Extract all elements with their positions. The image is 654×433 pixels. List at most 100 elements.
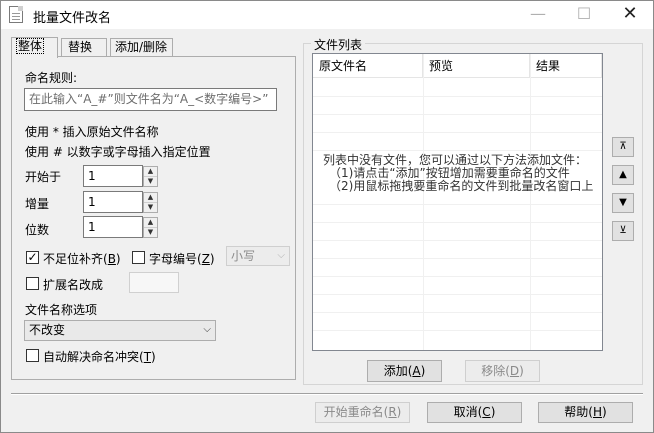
column-original-name[interactable]: 原文件名 xyxy=(313,54,423,78)
grid-divider xyxy=(423,54,424,350)
pad-label: 不足位补齐(B) xyxy=(43,250,121,267)
spin-down-icon[interactable]: ▼ xyxy=(144,203,157,213)
alpha-hotkey: Z xyxy=(201,252,210,266)
grid-divider xyxy=(602,54,603,350)
list-header: 原文件名 预览 结果 xyxy=(313,54,602,78)
move-bottom-button[interactable]: ⊻ xyxy=(612,221,634,241)
tab-overall-label: 整体 xyxy=(16,38,45,54)
help-hotkey: H xyxy=(592,405,603,419)
rule-input[interactable]: 在此输入“A_#”则文件名为“A_<数字编号>” xyxy=(24,88,277,111)
paren-close: ) xyxy=(490,405,496,419)
pad-label-text: 不足位补齐( xyxy=(43,252,108,266)
add-hotkey: A xyxy=(412,364,421,378)
close-button[interactable]: ✕ xyxy=(607,1,653,29)
alpha-label: 字母编号(Z) xyxy=(149,250,215,267)
title-bar[interactable]: 批量文件改名 — ☐ ✕ xyxy=(1,1,653,29)
start-input[interactable]: 1 xyxy=(83,165,143,187)
filename-option-value: 不改变 xyxy=(29,323,66,337)
grid-divider xyxy=(313,294,602,295)
ext-input[interactable] xyxy=(129,272,179,293)
tab-add-delete[interactable]: 添加/删除 xyxy=(110,38,173,57)
grid-divider xyxy=(313,204,602,205)
file-list-title: 文件列表 xyxy=(311,36,366,53)
start-rename-hotkey: R xyxy=(388,405,397,419)
paren-close: ) xyxy=(396,405,402,419)
alpha-checkbox[interactable] xyxy=(132,251,145,264)
file-list-view[interactable]: 原文件名 预览 结果 列表中没有文件，您可以通过以下方法添加文件： （1)请点击… xyxy=(312,53,603,351)
paren-close: ) xyxy=(115,252,121,266)
footer-divider xyxy=(11,393,643,395)
grid-divider xyxy=(313,150,602,151)
tab-replace-label: 替换 xyxy=(68,40,93,54)
paren-close: ) xyxy=(519,364,524,378)
autoresolve-checkbox[interactable] xyxy=(26,349,39,362)
grid-divider xyxy=(313,114,602,115)
increment-label: 增量 xyxy=(25,197,50,211)
window-title: 批量文件改名 xyxy=(33,11,112,26)
paren-close: ) xyxy=(209,252,215,266)
start-stepper[interactable]: ▲ ▼ xyxy=(143,166,158,187)
move-top-button[interactable]: ⊼ xyxy=(612,137,634,157)
autoresolve-label-text: 自动解决命名冲突( xyxy=(43,350,144,364)
case-select[interactable]: 小写 ⌵ xyxy=(226,246,290,266)
cancel-hotkey: C xyxy=(482,405,491,419)
tab-panel-overall: 命名规则: 在此输入“A_#”则文件名为“A_<数字编号>” 使用 * 插入原始… xyxy=(11,56,296,380)
remove-button[interactable]: 移除(D) xyxy=(465,360,540,382)
start-rename-label: 开始重命名( xyxy=(323,405,389,419)
filename-option-select[interactable]: 不改变 ⌵ xyxy=(24,320,216,341)
chevron-down-icon: ⌵ xyxy=(203,324,211,335)
move-up-button[interactable]: ▲ xyxy=(612,165,634,185)
remove-hotkey: D xyxy=(509,364,520,378)
remove-button-label: 移除( xyxy=(481,364,510,378)
spin-up-icon[interactable]: ▲ xyxy=(144,193,157,203)
grid-divider xyxy=(530,54,531,350)
spin-down-icon[interactable]: ▼ xyxy=(144,228,157,238)
filename-options-label: 文件名称选项 xyxy=(25,303,98,317)
tab-overall[interactable]: 整体 xyxy=(11,37,58,58)
spin-down-icon[interactable]: ▼ xyxy=(144,177,157,187)
maximize-button[interactable]: ☐ xyxy=(561,1,607,29)
increment-stepper[interactable]: ▲ ▼ xyxy=(143,192,158,213)
digits-stepper[interactable]: ▲ ▼ xyxy=(143,217,158,238)
tab-add-delete-label: 添加/删除 xyxy=(115,40,168,54)
column-preview[interactable]: 预览 xyxy=(423,54,530,78)
add-button[interactable]: 添加(A) xyxy=(367,360,442,382)
alpha-label-text: 字母编号( xyxy=(149,252,202,266)
cancel-button[interactable]: 取消(C) xyxy=(427,402,522,423)
grid-divider xyxy=(313,312,602,313)
autoresolve-hotkey: T xyxy=(143,350,152,364)
paren-close: ) xyxy=(420,364,426,378)
empty-list-message: 列表中没有文件，您可以通过以下方法添加文件： （1)请点击“添加”按钮增加需要重… xyxy=(323,154,593,193)
cancel-label: 取消( xyxy=(453,405,483,419)
column-result[interactable]: 结果 xyxy=(530,54,602,78)
paren-close: ) xyxy=(151,350,156,364)
start-rename-button[interactable]: 开始重命名(R) xyxy=(315,402,410,423)
rule-label: 命名规则: xyxy=(25,71,78,85)
increment-input[interactable]: 1 xyxy=(83,191,143,213)
case-select-value: 小写 xyxy=(231,249,256,263)
help-button[interactable]: 帮助(H) xyxy=(538,402,633,423)
add-button-label: 添加( xyxy=(383,364,413,378)
grid-divider xyxy=(313,240,602,241)
ext-label: 扩展名改成 xyxy=(43,278,104,292)
spin-up-icon[interactable]: ▲ xyxy=(144,218,157,228)
grid-divider xyxy=(313,330,602,331)
pad-hotkey: B xyxy=(107,252,116,266)
grid-divider xyxy=(313,132,602,133)
ext-checkbox[interactable] xyxy=(26,277,39,290)
grid-divider xyxy=(313,276,602,277)
batch-rename-dialog: 批量文件改名 — ☐ ✕ 整体 替换 添加/删除 命名规则: 在此输入“A_#”… xyxy=(0,0,654,433)
digits-label: 位数 xyxy=(25,223,50,237)
chevron-down-icon: ⌵ xyxy=(277,250,285,261)
empty-line-3: （2)用鼠标拖拽要重命名的文件到批量改名窗口上 xyxy=(329,179,594,193)
paren-close: ) xyxy=(602,405,607,419)
help-label: 帮助( xyxy=(564,405,593,419)
spin-up-icon[interactable]: ▲ xyxy=(144,167,157,177)
hint-insert-number: 使用 # 以数字或字母插入指定位置 xyxy=(25,145,211,159)
digits-input[interactable]: 1 xyxy=(83,216,143,238)
pad-checkbox[interactable]: ✓ xyxy=(26,251,39,264)
document-icon xyxy=(9,6,23,23)
move-down-button[interactable]: ▼ xyxy=(612,193,634,213)
minimize-button[interactable]: — xyxy=(515,1,561,29)
tab-replace[interactable]: 替换 xyxy=(61,38,107,57)
